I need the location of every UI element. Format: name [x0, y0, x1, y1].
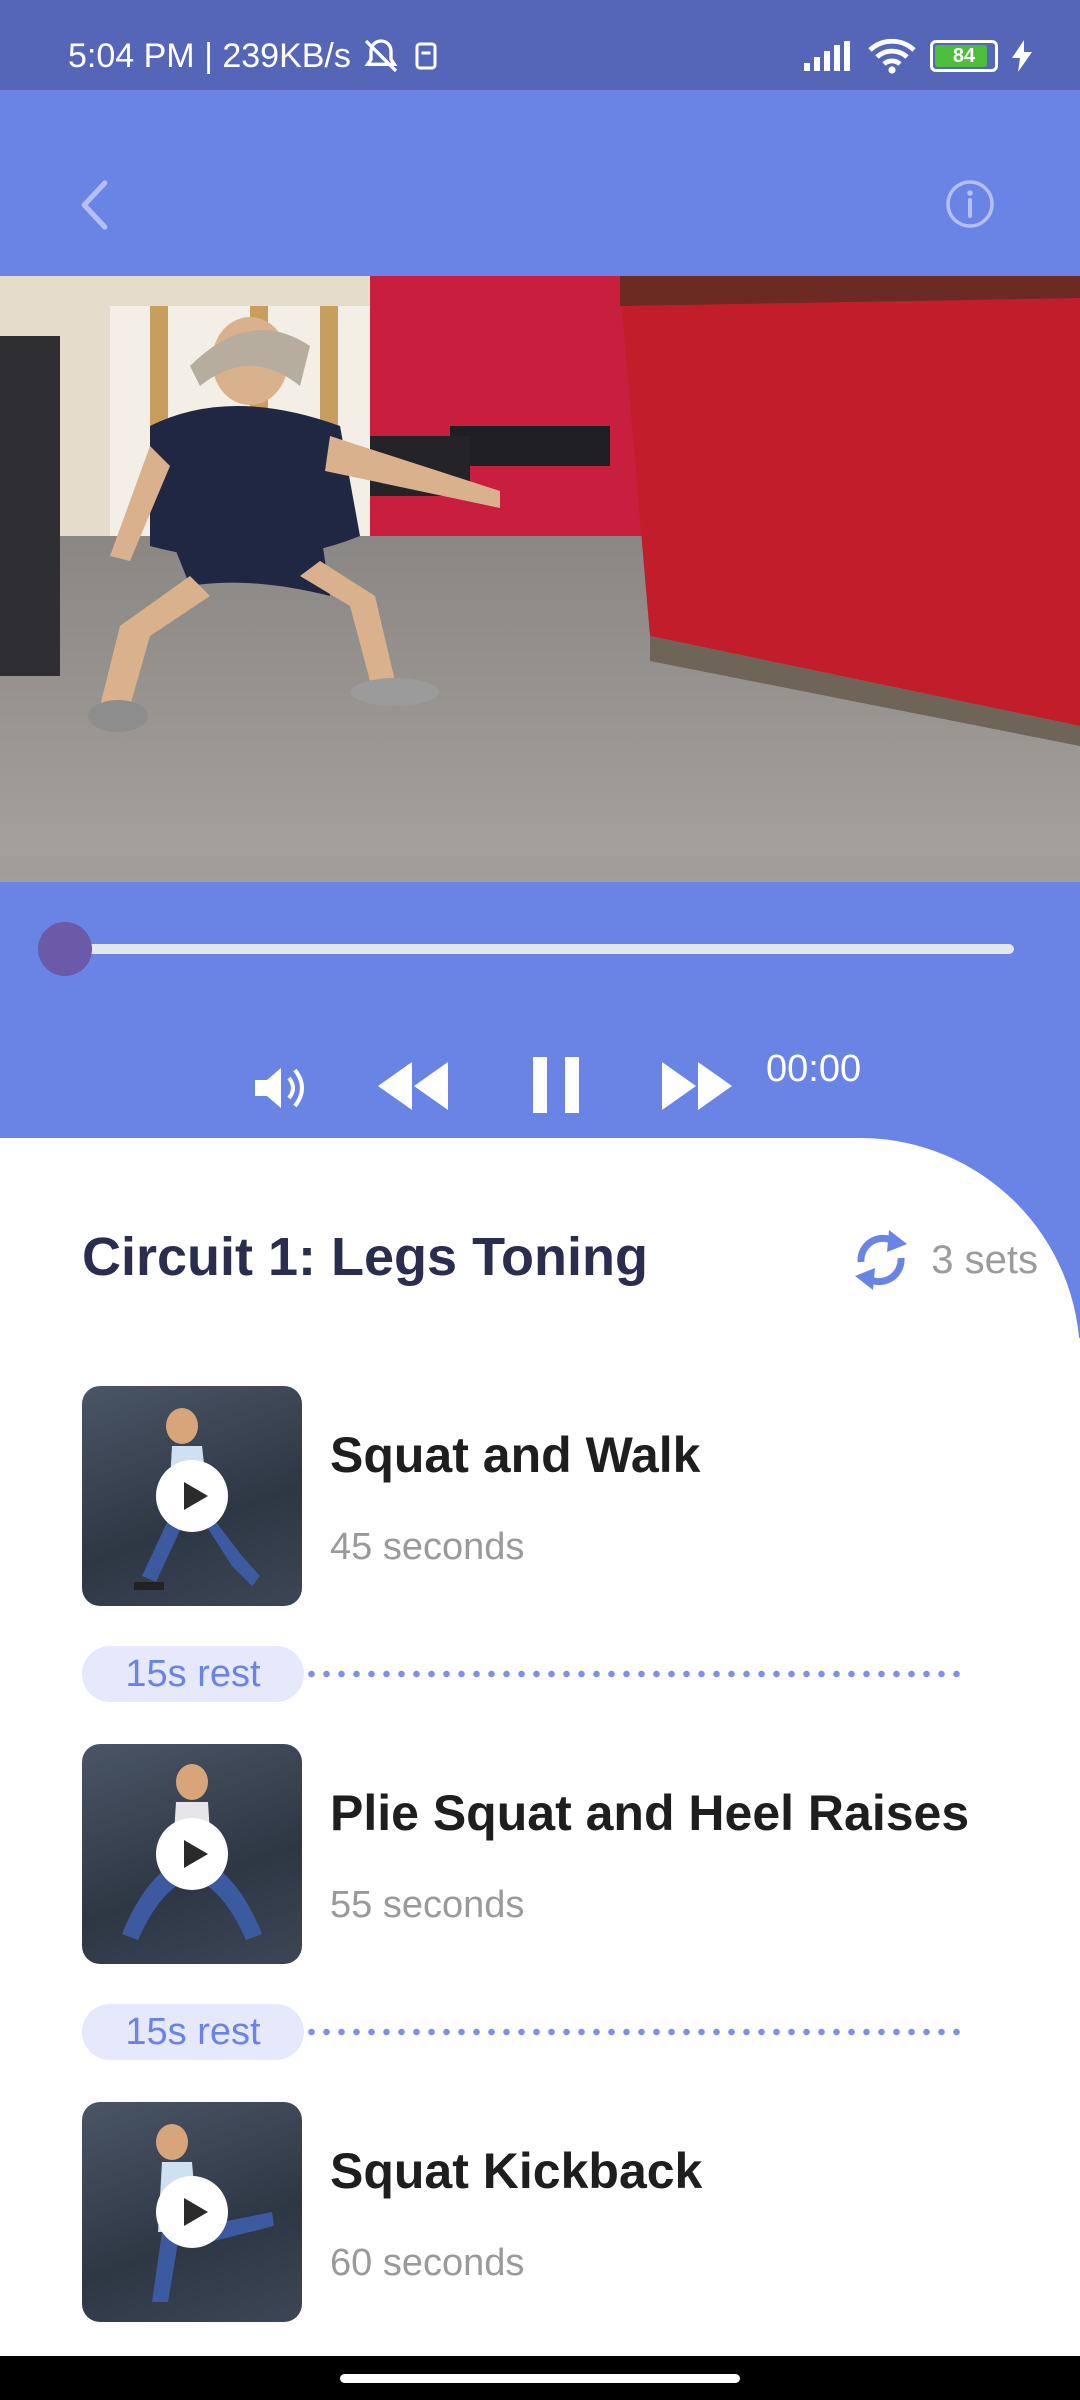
elapsed-time: 00:00	[766, 1048, 862, 1090]
home-indicator[interactable]	[340, 2374, 740, 2383]
exercise-thumbnail[interactable]	[82, 2102, 302, 2322]
exercise-item[interactable]: Plie Squat and Heel Raises 55 seconds	[82, 1744, 982, 1964]
rest-label: 15s rest	[82, 1646, 304, 1702]
status-icons: 84	[804, 38, 1032, 74]
play-icon	[156, 2176, 228, 2248]
sets-indicator: 3 sets	[849, 1222, 1038, 1298]
circuit-title: Circuit 1: Legs Toning	[82, 1227, 648, 1287]
rewind-icon	[378, 1062, 448, 1110]
rest-divider: 15s rest	[82, 2004, 962, 2060]
sim-icon	[415, 42, 437, 70]
exercise-item[interactable]: Squat and Walk 45 seconds	[82, 1386, 982, 1606]
volume-icon	[255, 1068, 304, 1108]
player-controls: 00:00	[0, 882, 1080, 1138]
exercise-thumbnail[interactable]	[82, 1386, 302, 1606]
exercise-duration: 60 seconds	[330, 2242, 525, 2284]
signal-icon	[804, 41, 850, 71]
fast-forward-button[interactable]	[660, 1058, 736, 1114]
exercise-duration: 55 seconds	[330, 1884, 525, 1926]
rest-dotted-line	[304, 1670, 960, 1678]
exercise-name: Plie Squat and Heel Raises	[330, 1785, 970, 1841]
rest-dotted-line	[304, 2028, 960, 2036]
pause-button[interactable]	[526, 1054, 586, 1116]
status-time: 5:04 PM | 239KB/s	[68, 36, 441, 76]
back-button[interactable]	[78, 180, 128, 230]
battery-indicator: 84	[930, 40, 998, 72]
video-player[interactable]	[0, 276, 1080, 882]
seek-thumb[interactable]	[38, 922, 92, 976]
status-time-speed: 5:04 PM | 239KB/s	[68, 36, 351, 75]
pause-icon	[533, 1057, 579, 1113]
exercise-thumbnail[interactable]	[82, 1744, 302, 1964]
video-frame	[0, 276, 1080, 882]
info-icon	[946, 180, 994, 228]
back-arrow-icon	[81, 180, 108, 230]
repeat-icon	[855, 1230, 908, 1290]
battery-level: 84	[952, 44, 976, 67]
exercise-name: Squat Kickback	[330, 2143, 703, 2199]
sets-label: 3 sets	[931, 1237, 1038, 1282]
mute-bell-icon	[364, 39, 398, 73]
exercise-duration: 45 seconds	[330, 1526, 525, 1568]
rest-label: 15s rest	[82, 2004, 304, 2060]
play-icon	[156, 1818, 228, 1890]
navigation-bar	[0, 2356, 1080, 2400]
app-bar	[0, 90, 1080, 276]
wifi-icon	[868, 38, 916, 74]
rest-divider: 15s rest	[82, 1646, 962, 1702]
info-button[interactable]	[944, 178, 996, 230]
fast-forward-icon	[662, 1062, 732, 1110]
play-icon	[156, 1460, 228, 1532]
rewind-button[interactable]	[374, 1058, 450, 1114]
volume-button[interactable]	[248, 1058, 312, 1118]
status-bar: 5:04 PM | 239KB/s 84	[0, 0, 1080, 90]
charging-icon	[1012, 40, 1032, 72]
exercise-name: Squat and Walk	[330, 1427, 701, 1483]
exercise-item[interactable]: Squat Kickback 60 seconds	[82, 2102, 982, 2322]
seek-bar[interactable]	[64, 944, 1014, 954]
